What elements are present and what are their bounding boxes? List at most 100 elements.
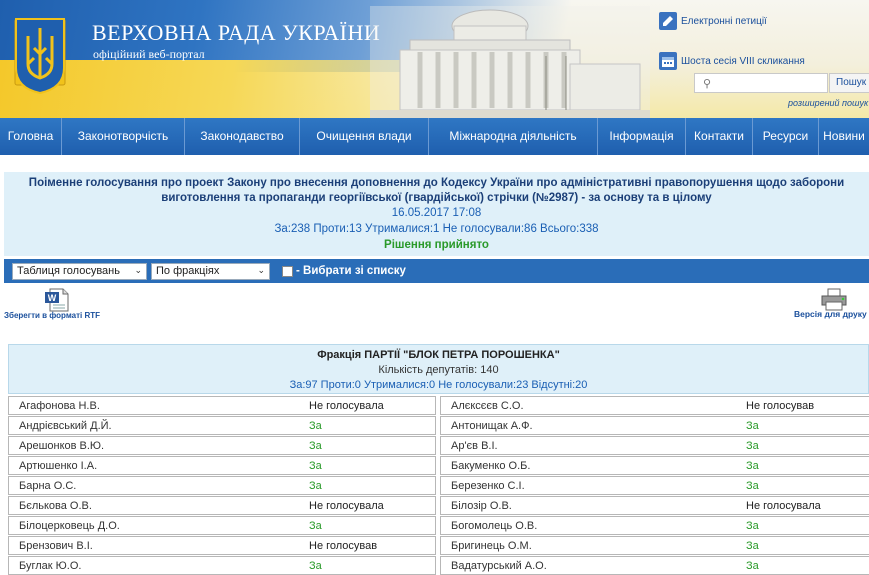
- word-document-icon[interactable]: W: [44, 288, 70, 312]
- vote-datetime: 16.05.2017 17:08: [391, 207, 482, 219]
- session-link[interactable]: Шоста сесія VIII скликання: [659, 52, 805, 70]
- table-row: Білоцерковець Д.О. За Богомолець О.В. За: [8, 516, 869, 536]
- select-from-list-checkbox[interactable]: [282, 265, 293, 277]
- table-row: Бєлькова О.В. Не голосувала Білозір О.В. Н…: [8, 496, 869, 516]
- deputy-vote-cell: Березенко С.І. За: [440, 476, 869, 495]
- deputy-name: Березенко С.І.: [451, 479, 525, 492]
- edit-icon: [659, 12, 677, 30]
- deputy-name: Брензович В.І.: [19, 539, 93, 552]
- chevron-down-icon: ⌄: [257, 264, 265, 275]
- deputy-vote: Не голосувала: [309, 499, 384, 512]
- deputy-vote: За: [309, 559, 322, 572]
- deputy-name: Артюшенко І.А.: [19, 459, 98, 472]
- deputy-vote-cell: Білозір О.В. Не голосувала: [440, 496, 869, 515]
- deputy-vote-cell: Барна О.С. За: [8, 476, 436, 495]
- deputy-name: Арешонков В.Ю.: [19, 439, 105, 452]
- filter-toolbar: Таблиця голосувань ⌄ По фракціях ⌄ - Виб…: [4, 259, 869, 283]
- deputy-name: Бакуменко О.Б.: [451, 459, 531, 472]
- site-header: ВЕРХОВНА РАДА УКРАЇНИ офіційний веб-порт…: [0, 0, 869, 118]
- nav-lawmaking[interactable]: Законотворчість: [62, 118, 185, 155]
- deputy-vote-cell: Бакуменко О.Б. За: [440, 456, 869, 475]
- site-subtitle: офіційний веб-портал: [93, 47, 205, 61]
- e-petitions-label: Електронні петиції: [681, 15, 767, 27]
- table-row: Буглак Ю.О. За Вадатурський А.О. За: [8, 556, 869, 575]
- search-icon: ⚲: [703, 78, 712, 90]
- deputy-vote-cell: Ар'єв В.І. За: [440, 436, 869, 455]
- nav-information[interactable]: Інформація: [598, 118, 686, 155]
- vote-stats: За:238 Проти:13 Утрималися:1 Не голосува…: [274, 223, 599, 235]
- deputy-name: Андрієвський Д.Й.: [19, 419, 112, 432]
- deputy-vote-cell: Богомолець О.В. За: [440, 516, 869, 535]
- deputy-name: Бєлькова О.В.: [19, 499, 92, 512]
- deputy-vote: За: [746, 479, 759, 492]
- deputy-vote-cell: Бригинець О.М. За: [440, 536, 869, 555]
- deputy-vote-cell: Алєксєєв С.О. Не голосував: [440, 396, 869, 415]
- table-row: Арешонков В.Ю. За Ар'єв В.І. За: [8, 436, 869, 456]
- nav-resources[interactable]: Ресурси: [753, 118, 819, 155]
- view-select[interactable]: Таблиця голосувань ⌄: [12, 262, 147, 280]
- deputy-name: Ар'єв В.І.: [451, 439, 498, 452]
- print-version-link[interactable]: Версія для друку: [794, 309, 867, 319]
- deputy-vote-cell: Брензович В.І. Не голосував: [8, 536, 436, 555]
- deputy-vote: За: [746, 439, 759, 452]
- table-row: Брензович В.І. Не голосував Бригинець О.М…: [8, 536, 869, 556]
- deputy-name: Антонищак А.Ф.: [451, 419, 533, 432]
- deputy-vote-cell: Андрієвський Д.Й. За: [8, 416, 436, 435]
- deputy-name: Бригинець О.М.: [451, 539, 532, 552]
- deputy-vote: Не голосувала: [309, 399, 384, 412]
- faction-stats: За:97 Проти:0 Утрималися:0 Не голосували…: [289, 379, 588, 391]
- deputy-vote: За: [309, 459, 322, 472]
- deputy-vote: Не голосувала: [746, 499, 821, 512]
- search-button[interactable]: Пошук: [829, 73, 869, 93]
- save-rtf-link[interactable]: Зберегти в форматі RTF: [4, 311, 100, 320]
- deputy-vote-cell: Артюшенко І.А. За: [8, 456, 436, 475]
- table-row: Агафонова Н.В. Не голосувала Алєксєєв С.О…: [8, 396, 869, 416]
- printer-icon[interactable]: [819, 287, 849, 311]
- deputy-vote-cell: Бєлькова О.В. Не голосувала: [8, 496, 436, 515]
- deputy-vote-cell: Арешонков В.Ю. За: [8, 436, 436, 455]
- faction-header: Фракція ПАРТІЇ "БЛОК ПЕТРА ПОРОШЕНКА" Кі…: [8, 344, 869, 394]
- deputy-vote: За: [746, 459, 759, 472]
- deputy-vote: За: [746, 419, 759, 432]
- deputy-name: Богомолець О.В.: [451, 519, 538, 532]
- vote-info-panel: Поіменне голосування про проект Закону п…: [4, 172, 869, 256]
- deputy-vote: За: [746, 559, 759, 572]
- deputy-vote-cell: Агафонова Н.В. Не голосувала: [8, 396, 436, 415]
- deputy-name: Агафонова Н.В.: [19, 399, 100, 412]
- table-row: Андрієвський Д.Й. За Антонищак А.Ф. За: [8, 416, 869, 436]
- deputy-vote: За: [309, 419, 322, 432]
- svg-text:W: W: [48, 293, 57, 303]
- deputy-name: Барна О.С.: [19, 479, 77, 492]
- vote-result: Рішення прийнято: [384, 239, 489, 251]
- deputy-vote-cell: Вадатурський А.О. За: [440, 556, 869, 575]
- parliament-building-image: [370, 6, 650, 118]
- advanced-search-link[interactable]: розширений пошук: [788, 98, 868, 108]
- group-select-value: По фракціях: [156, 265, 220, 277]
- coat-of-arms-icon[interactable]: [14, 18, 66, 94]
- site-title[interactable]: ВЕРХОВНА РАДА УКРАЇНИ: [92, 20, 380, 46]
- deputy-vote: За: [309, 479, 322, 492]
- nav-international[interactable]: Міжнародна діяльність: [429, 118, 598, 155]
- group-select[interactable]: По фракціях ⌄: [151, 262, 270, 280]
- nav-contacts[interactable]: Контакти: [686, 118, 753, 155]
- session-label: Шоста сесія VIII скликання: [681, 55, 805, 67]
- nav-lustration[interactable]: Очищення влади: [300, 118, 429, 155]
- deputy-name: Білоцерковець Д.О.: [19, 519, 120, 532]
- deputy-name: Буглак Ю.О.: [19, 559, 82, 572]
- votes-table: Агафонова Н.В. Не голосувала Алєксєєв С.О…: [8, 396, 869, 575]
- e-petitions-link[interactable]: Електронні петиції: [659, 12, 767, 30]
- deputy-vote-cell: Антонищак А.Ф. За: [440, 416, 869, 435]
- deputy-vote: За: [309, 439, 322, 452]
- deputy-name: Алєксєєв С.О.: [451, 399, 524, 412]
- faction-name: Фракція ПАРТІЇ "БЛОК ПЕТРА ПОРОШЕНКА": [317, 349, 560, 361]
- faction-count: Кількість депутатів: 140: [378, 364, 499, 376]
- search-input[interactable]: ⚲: [694, 73, 828, 93]
- nav-home[interactable]: Головна: [0, 118, 62, 155]
- deputy-vote: Не голосував: [309, 539, 378, 552]
- deputy-vote: За: [746, 519, 759, 532]
- table-row: Артюшенко І.А. За Бакуменко О.Б. За: [8, 456, 869, 476]
- chevron-down-icon: ⌄: [134, 264, 142, 275]
- select-from-list-label: - Вибрати зі списку: [296, 265, 406, 277]
- nav-news[interactable]: Новини: [819, 118, 869, 155]
- nav-legislation[interactable]: Законодавство: [185, 118, 300, 155]
